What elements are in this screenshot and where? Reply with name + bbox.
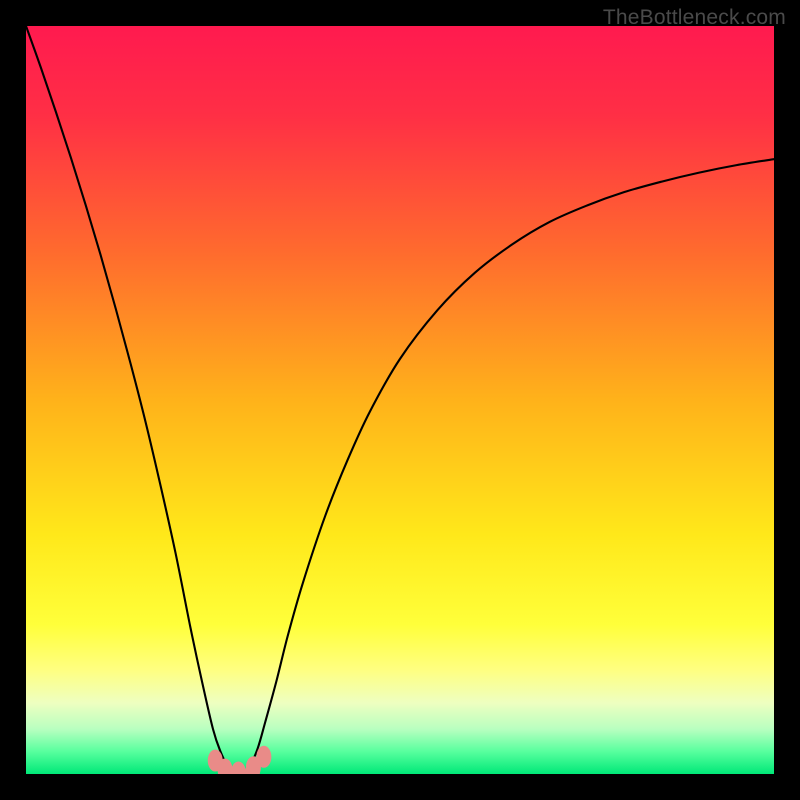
chart-stage: TheBottleneck.com xyxy=(0,0,800,800)
watermark-text: TheBottleneck.com xyxy=(603,6,786,30)
marker-lobe xyxy=(231,762,246,775)
marker-lobe xyxy=(256,746,271,768)
plot-area xyxy=(26,26,774,774)
bottom-markers xyxy=(208,746,272,774)
marker-layer xyxy=(26,26,774,774)
